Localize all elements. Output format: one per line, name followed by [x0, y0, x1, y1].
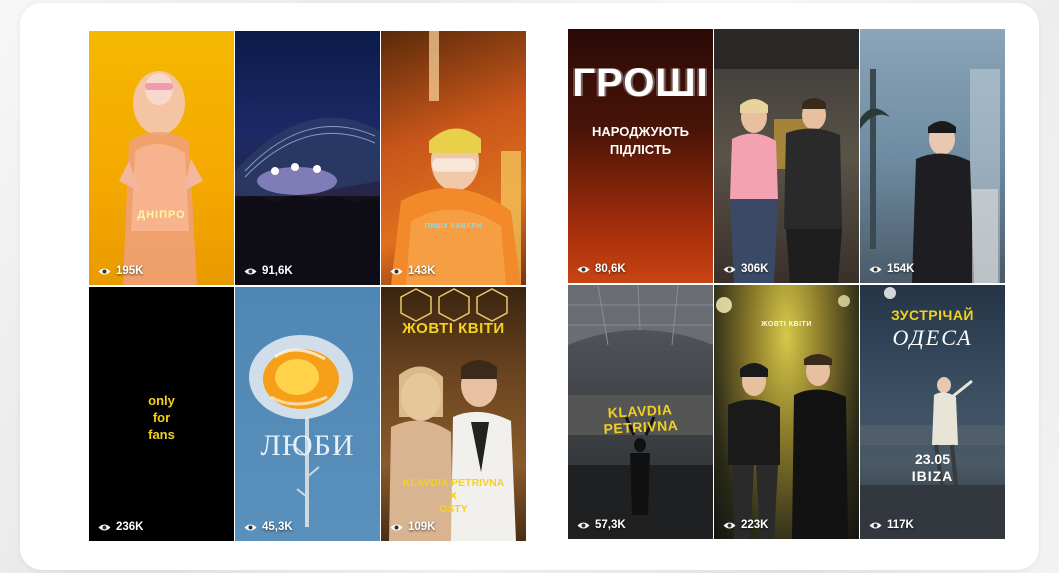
eye-icon [98, 524, 111, 530]
video-subtitle: НАРОДЖУЮТЬ ПІДЛІСТЬ [568, 123, 713, 159]
view-count: 80,6K [577, 263, 626, 275]
view-count-label: 91,6K [262, 265, 293, 277]
caption-line: only [148, 393, 175, 408]
eye-icon [869, 266, 882, 272]
video-tile[interactable]: ЖОВТІ КВІТИ KLAVDIA PETRIVNA X OSTY 109K [381, 287, 526, 541]
video-thumbnail-flower [249, 335, 353, 527]
video-caption: ЛЮБИ [260, 429, 355, 462]
view-count-label: 45,3K [262, 521, 293, 533]
view-count: 154K [869, 263, 915, 275]
eye-icon [577, 522, 590, 528]
view-count-label: 236K [116, 521, 144, 533]
caption-line: fans [148, 427, 175, 442]
video-tile[interactable]: ЛЮБИ 45,3K [235, 287, 380, 541]
video-title: ЖОВТІ КВІТИ [402, 320, 505, 337]
video-title: ЗУСТРІЧАЙ [891, 307, 974, 323]
video-thumbnail-concert [235, 117, 380, 285]
video-tile[interactable]: 91,6K [235, 31, 380, 285]
artists-line: X [449, 490, 457, 502]
video-title: ГРОШІ [572, 61, 709, 105]
view-count: 57,3K [577, 519, 626, 531]
subtitle-line: НАРОДЖУЮТЬ [591, 124, 689, 139]
eye-icon [244, 524, 257, 530]
artists-line: OSTY [439, 503, 468, 515]
video-title-city: ОДЕСА [892, 325, 973, 350]
video-artists: KLAVDIA PETRIVNA X OSTY [381, 477, 526, 516]
video-date: 23.05 [914, 451, 951, 467]
view-count: 306K [723, 263, 769, 275]
video-thumbnail-dnipro [119, 71, 203, 285]
view-count: 117K [869, 519, 914, 531]
video-tile[interactable]: ЖОВТІ КВІТИ 223K [714, 285, 859, 539]
video-place: IBIZA [911, 468, 954, 484]
artists-line: KLAVDIA PETRIVNA [402, 477, 505, 489]
video-grid-left: ДНІПРО 195K 91,6K ПИШУ КАВЕРИ 143K only … [89, 31, 526, 541]
video-tile[interactable]: KLAVDIA PETRIVNA 57,3K [568, 285, 713, 539]
eye-icon [244, 268, 257, 274]
eye-icon [869, 522, 882, 528]
view-count-label: 154K [887, 263, 915, 275]
video-tile[interactable]: ПИШУ КАВЕРИ 143K [381, 31, 526, 285]
view-count-label: 57,3K [595, 519, 626, 531]
video-thumbnail-lobby [860, 69, 1000, 283]
subtitle-line: ПІДЛІСТЬ [609, 142, 672, 157]
caption-line: for [152, 410, 171, 425]
view-count: 195K [98, 265, 144, 277]
eye-icon [98, 268, 111, 274]
view-count-label: 80,6K [595, 263, 626, 275]
video-tile[interactable]: only for fans 236K [89, 287, 234, 541]
video-thumbnail-odesa [860, 287, 1005, 539]
video-tile[interactable]: 154K [860, 29, 1005, 283]
video-tile[interactable]: ДНІПРО 195K [89, 31, 234, 285]
video-tile[interactable]: 306K [714, 29, 859, 283]
video-tile[interactable]: ЗУСТРІЧАЙ ОДЕСА 23.05 IBIZA 117K [860, 285, 1005, 539]
eye-icon [723, 522, 736, 528]
view-count: 91,6K [244, 265, 293, 277]
eye-icon [577, 266, 590, 272]
view-count-label: 143K [408, 265, 436, 277]
view-count: 109K [390, 521, 436, 533]
view-count: 236K [98, 521, 144, 533]
video-caption: ЖОВТІ КВІТИ [761, 321, 812, 328]
view-count-label: 195K [116, 265, 144, 277]
view-count-label: 223K [741, 519, 769, 531]
view-count-label: 117K [887, 519, 914, 531]
video-thumbnail-duo [714, 29, 859, 283]
video-caption: ДНІПРО [137, 209, 186, 221]
view-count: 45,3K [244, 521, 293, 533]
eye-icon [390, 524, 403, 530]
video-tile[interactable]: ГРОШІ НАРОДЖУЮТЬ ПІДЛІСТЬ 80,6K [568, 29, 713, 283]
video-thumbnail-orange-fur [391, 31, 521, 285]
eye-icon [723, 266, 736, 272]
view-count-label: 109K [408, 521, 436, 533]
video-caption: only for fans [89, 392, 234, 443]
view-count: 143K [390, 265, 436, 277]
video-grid-right: ГРОШІ НАРОДЖУЮТЬ ПІДЛІСТЬ 80,6K 306K 154… [568, 29, 1005, 539]
view-count: 223K [723, 519, 769, 531]
eye-icon [390, 268, 403, 274]
view-count-label: 306K [741, 263, 769, 275]
video-caption: ПИШУ КАВЕРИ [424, 223, 483, 230]
